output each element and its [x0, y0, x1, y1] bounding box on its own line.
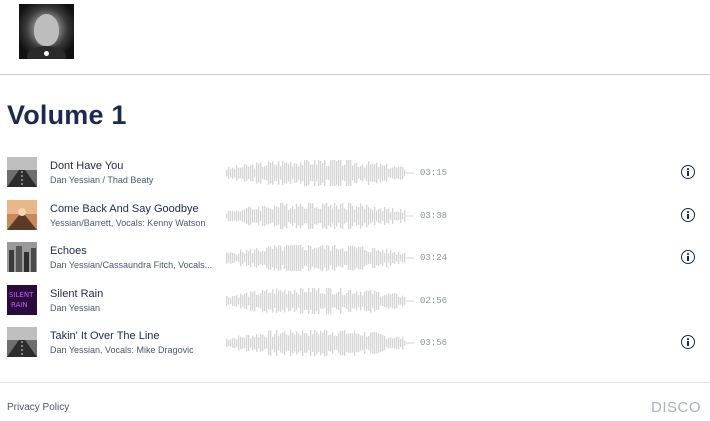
track-artist: Dan Yessian, Vocals: Mike Dragovic	[50, 345, 194, 355]
track-artist: Dan Yessian	[50, 303, 101, 313]
waveform[interactable]	[226, 200, 414, 232]
track-row[interactable]: Takin' It Over The Line Dan Yessian, Voca…	[0, 327, 710, 361]
info-icon[interactable]	[681, 208, 695, 222]
header	[0, 0, 710, 75]
track-row[interactable]: Come Back And Say Goodbye Yessian/Barrett…	[0, 200, 710, 234]
album-art[interactable]	[7, 200, 37, 230]
track-title[interactable]: Come Back And Say Goodbye	[50, 203, 199, 215]
track-row[interactable]: Echoes Dan Yessian/Cassaundra Fitch, Voca…	[0, 242, 710, 276]
page-title: Volume 1	[7, 100, 127, 130]
track-title[interactable]: Dont Have You	[50, 160, 123, 172]
album-art[interactable]	[7, 157, 37, 187]
track-title[interactable]: Takin' It Over The Line	[50, 330, 160, 342]
info-icon[interactable]	[681, 165, 695, 179]
track-duration: 02:56	[420, 296, 448, 306]
brand-logo[interactable]: DISCO	[651, 399, 701, 416]
track-title[interactable]: Silent Rain	[50, 288, 103, 300]
svg-text:SILENT: SILENT	[9, 291, 34, 299]
privacy-policy-link[interactable]: Privacy Policy	[7, 402, 69, 413]
album-art[interactable]	[7, 242, 37, 272]
info-icon[interactable]	[681, 335, 695, 349]
waveform[interactable]	[226, 157, 414, 189]
track-row[interactable]: SILENT RAIN Silent Rain Dan Yessian 02:56	[0, 285, 710, 319]
waveform[interactable]	[226, 242, 414, 274]
track-title[interactable]: Echoes	[50, 245, 87, 257]
waveform[interactable]	[226, 285, 414, 317]
footer: Privacy Policy DISCO	[0, 382, 710, 421]
track-artist: Dan Yessian/Cassaundra Fitch, Vocals...	[50, 260, 213, 270]
track-artist: Yessian/Barrett, Vocals: Kenny Watson	[50, 218, 206, 228]
svg-text:RAIN: RAIN	[11, 301, 28, 309]
track-duration: 03:56	[420, 338, 448, 348]
avatar[interactable]	[19, 4, 74, 59]
track-duration: 03:38	[420, 211, 448, 221]
track-row[interactable]: Dont Have You Dan Yessian / Thad Beaty 03:…	[0, 157, 710, 191]
track-duration: 03:15	[420, 168, 448, 178]
info-icon[interactable]	[681, 250, 695, 264]
album-art[interactable]: SILENT RAIN	[7, 285, 37, 315]
waveform[interactable]	[226, 327, 414, 359]
track-artist: Dan Yessian / Thad Beaty	[50, 175, 154, 185]
album-art[interactable]	[7, 327, 37, 357]
track-duration: 03:24	[420, 253, 448, 263]
